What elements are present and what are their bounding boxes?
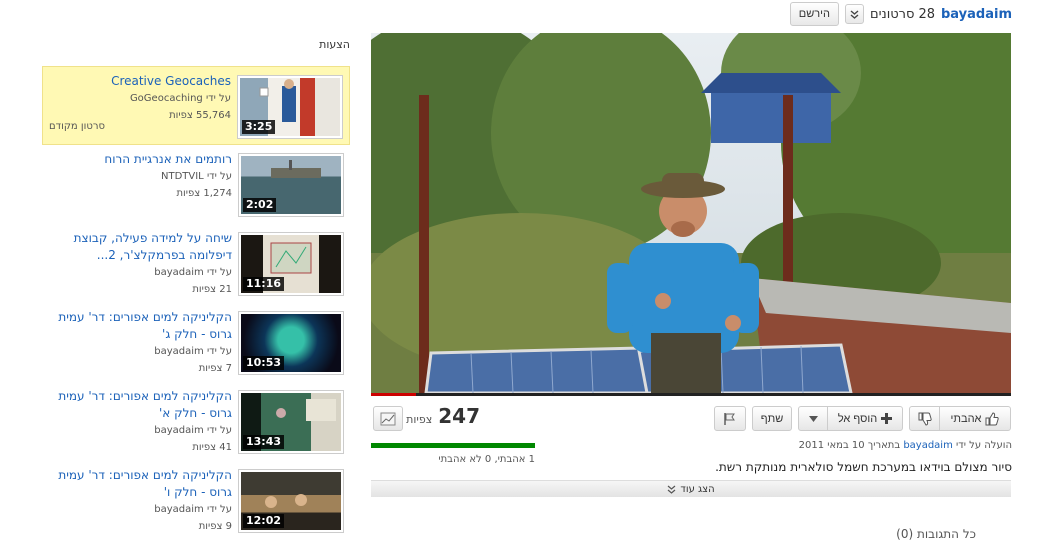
video-count: 28	[918, 6, 935, 22]
suggestion-title-link[interactable]: הקליניקה למים אפורים: דר' עמית גרוס - חל…	[46, 388, 232, 422]
video-duration: 3:25	[242, 120, 276, 134]
views-label: צפיות	[192, 442, 217, 453]
stats-chart-icon	[380, 412, 396, 425]
views-count: 41	[219, 442, 232, 453]
view-count: 247	[438, 404, 480, 428]
video-description: סיור מצולם בוידאו במערכת חשמל סולארית מנ…	[715, 460, 1012, 474]
author-name: NTDTVIL	[160, 171, 204, 182]
flag-button[interactable]	[714, 406, 746, 431]
views-label: צפיות	[406, 413, 433, 426]
promoted-video-label: סרטון מקודם	[49, 121, 105, 132]
views-count: 21	[219, 284, 232, 295]
by-label: על ידי	[206, 267, 232, 278]
thumbs-down-icon	[918, 412, 932, 426]
likes-summary: 1 אהבתי, 0 לא אהבתי	[438, 454, 535, 465]
dislike-button[interactable]	[909, 406, 940, 431]
views-count: 9	[225, 521, 232, 532]
video-frame-image	[371, 33, 1011, 393]
author-name: bayadaim	[154, 425, 204, 436]
video-progress-bar[interactable]	[371, 393, 1011, 396]
suggestion-title-link[interactable]: רותמים את אנרגיית הרוח	[46, 151, 232, 168]
like-label: אהבתי	[950, 412, 982, 425]
suggestion-item[interactable]: 2:02 רותמים את אנרגיית הרוח על ידי NTDTV…	[42, 145, 350, 224]
channel-bar: הירשם 28 סרטונים bayadaim	[789, 2, 1012, 26]
suggestion-item[interactable]: 11:16 שיחה על למידה פעילה, קבוצת דיפלומה…	[42, 224, 350, 303]
flag-icon	[724, 412, 735, 425]
channel-name-link[interactable]: bayadaim	[941, 7, 1012, 22]
video-player[interactable]	[371, 33, 1011, 393]
video-thumbnail[interactable]: 3:25	[237, 75, 343, 139]
author-name: bayadaim	[154, 267, 204, 278]
video-duration: 2:02	[243, 198, 277, 212]
likes-ratio-bar	[371, 443, 535, 448]
videos-label: סרטונים	[869, 6, 915, 22]
video-thumbnail[interactable]: 13:43	[238, 390, 344, 454]
by-label: על ידי	[206, 504, 232, 515]
views-label: צפיות	[198, 521, 223, 532]
uploader-link[interactable]: bayadaim	[903, 440, 953, 451]
views-count: 1,274	[203, 188, 232, 199]
views-label: צפיות	[169, 110, 193, 121]
video-thumbnail[interactable]: 10:53	[238, 311, 344, 375]
author-name: bayadaim	[154, 346, 204, 357]
by-label: על ידי	[206, 171, 232, 182]
views-label: צפיות	[198, 363, 223, 374]
video-duration: 10:53	[243, 356, 285, 370]
like-button[interactable]: אהבתי	[939, 406, 1011, 431]
suggestion-title-link[interactable]: Creative Geocaches	[45, 73, 231, 90]
suggestion-item[interactable]: 12:02 הקליניקה למים אפורים: דר' עמית גרו…	[42, 461, 350, 540]
suggestion-title-link[interactable]: הקליניקה למים אפורים: דר' עמית גרוס - חל…	[46, 309, 232, 343]
views-label: צפיות	[192, 284, 217, 295]
suggestion-title-link[interactable]: הקליניקה למים אפורים: דר' עמית גרוס - חל…	[46, 467, 232, 501]
video-duration: 12:02	[243, 514, 285, 528]
add-to-dropdown-button[interactable]	[798, 406, 828, 431]
uploaded-prefix: הועלה על ידי	[956, 440, 1012, 451]
share-label: שתף	[760, 412, 784, 425]
add-to-button[interactable]: הוסף אל	[827, 406, 903, 431]
upload-info: הועלה על ידי bayadaim בתאריך 10 במאי 201…	[592, 440, 1012, 451]
video-thumbnail[interactable]: 2:02	[238, 153, 344, 217]
chevron-down-icon	[850, 9, 859, 19]
by-label: על ידי	[206, 425, 232, 436]
suggestion-item[interactable]: 10:53 הקליניקה למים אפורים: דר' עמית גרו…	[42, 303, 350, 382]
views-label: צפיות	[176, 188, 201, 199]
suggestion-title-link[interactable]: שיחה על למידה פעילה, קבוצת דיפלומה בפרמק…	[46, 230, 232, 264]
by-label: על ידי	[206, 346, 232, 357]
stats-button[interactable]	[373, 406, 403, 431]
show-more-button[interactable]: הצג עוד	[371, 480, 1011, 497]
share-button[interactable]: שתף	[752, 406, 792, 431]
by-label: על ידי	[205, 93, 231, 104]
likes-ratio-fill	[371, 443, 535, 448]
suggestion-item[interactable]: 3:25 Creative Geocaches על ידי GoGeocach…	[42, 66, 350, 145]
suggestions-title: הצעות	[319, 38, 350, 51]
video-duration: 13:43	[243, 435, 285, 449]
caret-down-icon	[808, 415, 818, 422]
views-count: 55,764	[196, 110, 231, 121]
author-name: bayadaim	[154, 504, 204, 515]
views-count: 7	[225, 363, 232, 374]
view-count-block: 247 צפיות	[406, 404, 480, 428]
thumbs-up-icon	[985, 411, 1000, 425]
suggestions-list: 3:25 Creative Geocaches על ידי GoGeocach…	[42, 66, 350, 540]
video-thumbnail[interactable]: 11:16	[238, 232, 344, 296]
show-more-label: הצג עוד	[680, 483, 715, 495]
author-name: GoGeocaching	[129, 93, 203, 104]
double-chevron-down-icon	[668, 485, 676, 494]
video-progress-fill	[371, 393, 416, 396]
video-duration: 11:16	[243, 277, 285, 291]
suggestion-item[interactable]: 13:43 הקליניקה למים אפורים: דר' עמית גרו…	[42, 382, 350, 461]
subscribe-button[interactable]: הירשם	[789, 2, 839, 26]
plus-icon	[881, 413, 893, 424]
channel-dropdown-button[interactable]	[844, 4, 864, 24]
add-to-label: הוסף אל	[837, 412, 878, 425]
upload-date: בתאריך 10 במאי 2011	[798, 440, 901, 451]
video-thumbnail[interactable]: 12:02	[238, 469, 344, 533]
comments-heading: כל התגובות (0)	[896, 527, 976, 541]
